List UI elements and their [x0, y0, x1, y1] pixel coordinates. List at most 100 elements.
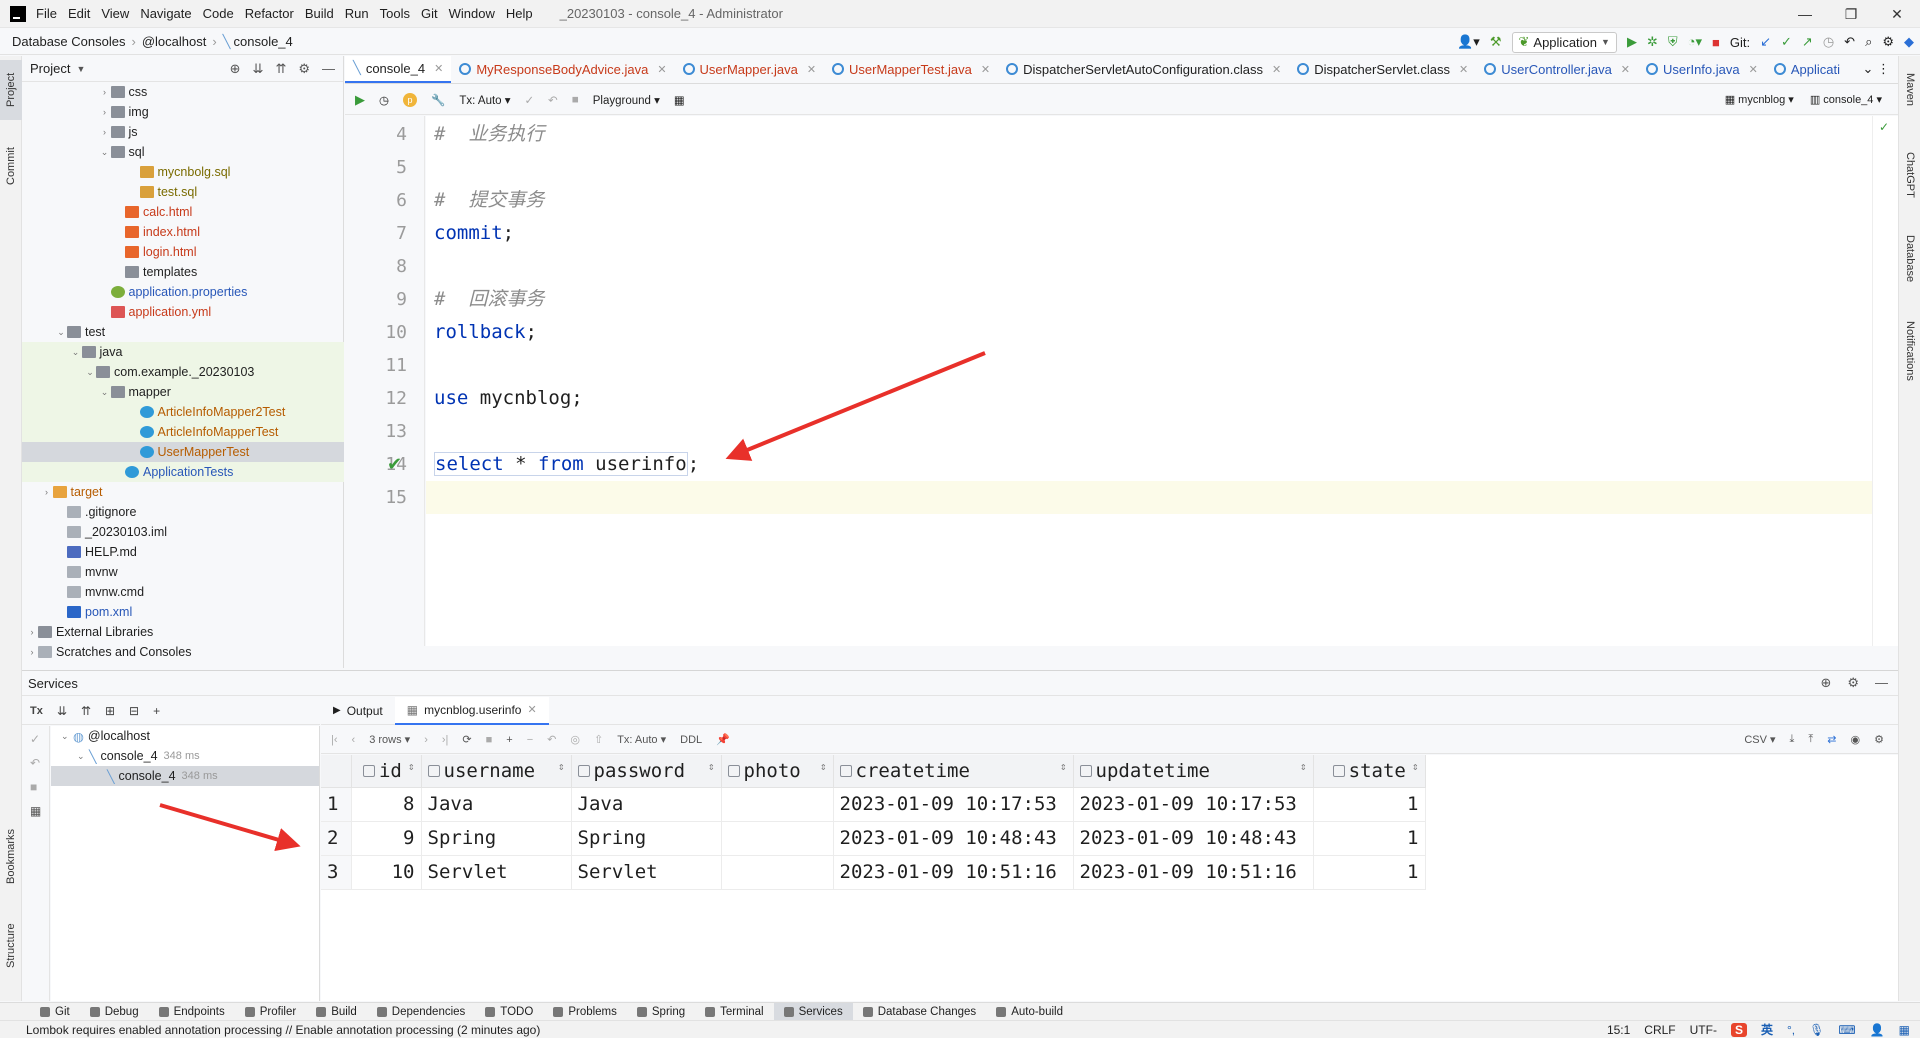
tool-window-services[interactable]: Services [773, 1002, 853, 1021]
tree-expand-icon[interactable]: ⌄ [61, 731, 73, 742]
tool-window-profiler[interactable]: Profiler [235, 1003, 306, 1021]
table-cell[interactable]: 1 [1313, 855, 1426, 890]
editor-tab[interactable]: MyResponseBodyAdvice.java ✕ [451, 56, 674, 83]
tool-window-auto-build[interactable]: Auto-build [986, 1003, 1073, 1021]
maven-tool-tab[interactable]: Maven [1899, 60, 1920, 120]
hide-icon[interactable]: — [322, 61, 335, 77]
tree-expand-icon[interactable]: › [99, 107, 111, 117]
tree-item[interactable]: test.sql [22, 182, 344, 202]
tree-item[interactable]: › Scratches and Consoles [22, 642, 344, 662]
ide-update-icon[interactable]: ◆ [1904, 34, 1914, 50]
editor-tab[interactable]: UserMapperTest.java ✕ [824, 56, 998, 83]
next-page-icon[interactable]: › [424, 734, 428, 746]
tree-expand-icon[interactable]: › [26, 627, 38, 637]
result-grid[interactable]: id ⇕ username ⇕ password ⇕ photo ⇕ createtime ⇕ up… [321, 755, 1898, 1001]
git-push-icon[interactable]: ↗ [1802, 34, 1813, 50]
search-icon[interactable]: ⌕ [1865, 34, 1872, 50]
session-select[interactable]: ▥ console_4 ▾ [1810, 93, 1882, 106]
table-cell[interactable]: 1 [1313, 787, 1426, 822]
close-tab-icon[interactable]: ✕ [657, 63, 666, 76]
run-configuration-select[interactable]: ❦ Application ▼ [1511, 31, 1617, 53]
tab-output[interactable]: ▶ Output [321, 697, 395, 725]
maximize-icon[interactable]: ❐ [1828, 0, 1874, 28]
chevron-down-icon[interactable]: ▼ [76, 64, 85, 74]
caret-position[interactable]: 15:1 [1607, 1023, 1630, 1037]
close-tab-icon[interactable]: ✕ [807, 63, 816, 76]
tool-window-dependencies[interactable]: Dependencies [367, 1003, 476, 1021]
tree-item[interactable]: UserMapperTest [22, 442, 344, 462]
tree-item[interactable]: application.yml [22, 302, 344, 322]
close-tab-icon[interactable]: ✕ [527, 703, 536, 716]
close-tab-icon[interactable]: ✕ [1749, 63, 1758, 76]
table-cell[interactable]: 1 [1313, 821, 1426, 856]
table-cell[interactable]: Spring [571, 821, 722, 856]
column-header-updatetime[interactable]: updatetime ⇕ [1073, 755, 1314, 788]
close-tab-icon[interactable]: ✕ [1272, 63, 1281, 76]
add-row-icon[interactable]: + [506, 734, 512, 746]
editor-tab[interactable]: UserController.java ✕ [1476, 56, 1638, 83]
wrench-icon[interactable]: 🔧 [431, 93, 445, 107]
tool-window-database-changes[interactable]: Database Changes [853, 1003, 986, 1021]
pin-icon[interactable]: 📌 [716, 733, 730, 746]
menu-item-code[interactable]: Code [203, 6, 234, 21]
filter-icon[interactable]: ⊟ [129, 704, 139, 718]
structure-tool-tab[interactable]: Structure [0, 906, 22, 986]
transaction-icon[interactable]: Tx [30, 705, 43, 717]
gear-icon[interactable]: ⚙ [1874, 733, 1884, 746]
punctuation-icon[interactable]: °, [1787, 1023, 1795, 1037]
tree-item[interactable]: application.properties [22, 282, 344, 302]
tree-item[interactable]: ApplicationTests [22, 462, 344, 482]
tree-item[interactable]: ⌄ test [22, 322, 344, 342]
download-icon[interactable]: ⤓ [1790, 733, 1795, 746]
table-cell[interactable]: 2023-01-09 10:48:43 [833, 821, 1074, 856]
keyboard-icon[interactable]: ⌨ [1838, 1023, 1855, 1037]
close-tab-icon[interactable]: ✕ [1621, 63, 1630, 76]
sort-icon[interactable]: ⇕ [708, 760, 715, 773]
chatgpt-tool-tab[interactable]: ChatGPT [1899, 140, 1920, 210]
table-cell[interactable]: Java [421, 787, 572, 822]
menu-item-file[interactable]: File [36, 6, 57, 21]
menu-item-refactor[interactable]: Refactor [245, 6, 294, 21]
services-tree-item[interactable]: ⌄ ◍ @localhost [51, 726, 319, 746]
code-lines[interactable]: # 业务执行 # 提交事务 commit; # 回滚事务 rollback; use my… [426, 116, 1872, 646]
table-cell[interactable] [721, 821, 834, 856]
settings-gear-icon[interactable]: ⚙ [1882, 34, 1894, 50]
export-format-select[interactable]: CSV ▾ [1744, 733, 1775, 746]
user-icon[interactable]: 👤 [1870, 1023, 1885, 1037]
tree-expand-icon[interactable]: ⌄ [55, 327, 67, 338]
rollback-icon[interactable]: ↶ [548, 93, 558, 107]
table-cell[interactable]: 10 [351, 855, 422, 890]
group-icon[interactable]: ⊞ [105, 704, 115, 718]
close-tab-icon[interactable]: ✕ [981, 63, 990, 76]
layout-icon[interactable]: ▦ [30, 804, 41, 818]
execute-icon[interactable]: ▶ [355, 92, 365, 108]
expand-all-icon[interactable]: ⇊ [57, 704, 67, 718]
tree-expand-icon[interactable]: › [41, 487, 53, 497]
stop-icon[interactable]: ■ [30, 780, 37, 794]
tree-item[interactable]: calc.html [22, 202, 344, 222]
run-icon[interactable]: ▶ [1627, 34, 1637, 50]
tree-item[interactable]: HELP.md [22, 542, 344, 562]
sort-icon[interactable]: ⇕ [408, 760, 415, 773]
expand-all-icon[interactable]: ⇊ [253, 61, 264, 77]
minimize-icon[interactable]: — [1782, 0, 1828, 28]
tool-window-spring[interactable]: Spring [627, 1003, 695, 1021]
table-cell[interactable]: 2023-01-09 10:17:53 [833, 787, 1074, 822]
table-cell[interactable]: 9 [351, 821, 422, 856]
grid-icon[interactable]: ▦ [1899, 1023, 1910, 1037]
commit-check-icon[interactable]: ✓ [30, 732, 40, 746]
table-row[interactable]: 3 10 Servlet Servlet 2023-01-09 10:51:16 2023… [321, 855, 1426, 890]
history-icon[interactable]: ◷ [379, 93, 389, 107]
tree-expand-icon[interactable]: › [99, 127, 111, 137]
table-cell[interactable]: Java [571, 787, 722, 822]
table-corner[interactable] [321, 755, 352, 788]
cancel-icon[interactable]: ■ [572, 94, 579, 106]
tree-expand-icon[interactable]: ⌄ [99, 147, 111, 158]
code-line[interactable]: rollback; [434, 316, 537, 349]
tree-expand-icon[interactable]: ⌄ [84, 367, 96, 378]
column-header-password[interactable]: password ⇕ [571, 755, 722, 788]
tree-item[interactable]: mvnw [22, 562, 344, 582]
tree-expand-icon[interactable]: ⌄ [99, 387, 111, 398]
close-tab-icon[interactable]: ✕ [434, 62, 443, 75]
status-message[interactable]: Lombok requires enabled annotation proce… [26, 1023, 540, 1037]
